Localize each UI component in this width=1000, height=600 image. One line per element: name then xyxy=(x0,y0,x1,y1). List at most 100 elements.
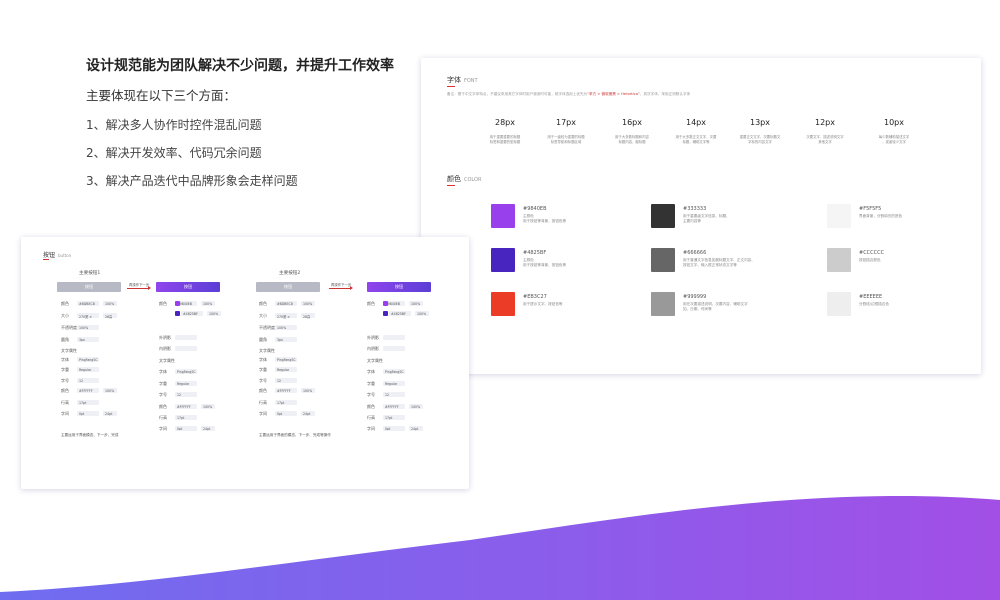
font-size-item: 28px 用于重要重要的标题 标签和重要的型标题 xyxy=(475,118,535,145)
section-underline xyxy=(447,185,455,186)
spec-label: 字体 xyxy=(259,357,267,362)
spec-value: 24pt xyxy=(303,411,311,416)
font-section-title: 字体 FONT xyxy=(447,75,478,85)
spec-value: 0pt xyxy=(79,411,85,416)
color-hex: #EB3C27 xyxy=(523,294,547,300)
color-swatch xyxy=(491,204,515,228)
spec-value: #BDBEC8 xyxy=(79,301,95,306)
button-title-en: button xyxy=(58,253,72,258)
color-swatch xyxy=(827,248,851,272)
spec-value-box xyxy=(383,346,405,351)
intro-point: 3、解决产品迭代中品牌形象会走样问题 xyxy=(86,174,298,188)
font-note-highlight: “苹方 > 微软雅黑 > Helvetica” xyxy=(587,92,640,96)
spec-value: PingFangSC xyxy=(79,357,98,362)
spec-value: 24pt xyxy=(105,411,113,416)
arrow-connector xyxy=(127,286,151,290)
mini-color-swatch xyxy=(175,301,180,306)
spec-label: 行高 xyxy=(259,400,267,405)
intro-heading: 设计规范能为团队解决不少问题，并提升工作效率 xyxy=(86,58,394,74)
primary-button-sample[interactable]: 按钮 xyxy=(156,282,220,292)
section-underline xyxy=(43,259,49,260)
color-swatch xyxy=(827,204,851,228)
section-underline xyxy=(447,86,455,87)
font-size-item: 14px 用于大多数正文文字，次要 标题，辅助文字等 xyxy=(666,118,726,145)
font-size-value: 28px xyxy=(495,118,515,127)
spec-label: 字间 xyxy=(367,426,375,431)
font-size-value: 16px xyxy=(622,118,642,127)
spec-label: 字体 xyxy=(61,357,69,362)
spec-value: 17pt xyxy=(277,400,285,405)
spec-label: 颜色 xyxy=(159,301,167,306)
font-size-item: 17px 用于一级较为重要的标题 标签导航和标题区域 xyxy=(536,118,596,145)
color-desc: 用于按钮等背景、按钮色等 xyxy=(523,263,567,268)
spec-label: 颜色 xyxy=(61,388,69,393)
font-size-desc: 标题，辅助文字等 xyxy=(682,140,710,144)
spec-value: 270宽 × xyxy=(79,314,92,319)
spec-label: 颜色 xyxy=(367,301,375,306)
font-size-desc: 标签和重要的型标题 xyxy=(489,140,521,144)
font-size-value: 13px xyxy=(750,118,770,127)
font-size-desc: 标签导航和标题区域 xyxy=(550,140,582,144)
font-note: 备注：基于中文字体特点，不建议采用其它字体时用户使用时可能，就字体选用上优先为“… xyxy=(447,92,690,97)
primary-button-sample[interactable]: 按钮 xyxy=(367,282,431,292)
spec-label: 大小 xyxy=(259,313,267,318)
color-hex: #EEEEEE xyxy=(859,294,883,300)
font-size-desc: 字标的内容文字 xyxy=(748,140,772,144)
spec-label: 圆角 xyxy=(259,337,267,342)
intro-subheading: 主要体现在以下三个方面： xyxy=(86,88,237,103)
font-size-value: 12px xyxy=(815,118,835,127)
disabled-button-sample[interactable]: 按钮 xyxy=(57,282,121,292)
spec-value: Regular xyxy=(79,367,92,372)
color-hex: #666666 xyxy=(683,250,707,256)
mini-color-swatch xyxy=(383,311,388,316)
font-size-desc: 标题内容，副标题 xyxy=(618,140,646,144)
spec-value: 3px xyxy=(79,337,85,342)
spec-value: 12 xyxy=(277,378,282,383)
button-column-title: 主要按钮2 xyxy=(279,271,301,276)
spec-label: 字重 xyxy=(159,381,167,386)
spec-value: 0pt xyxy=(177,426,183,431)
button-spec-card: 按钮 button 主要按钮1 按钮 再操作下一步 按钮 主要按钮2 按钮 再操作… xyxy=(21,237,469,489)
font-size-desc: ，或者较少文字 xyxy=(882,140,906,144)
font-size-item: 13px 重要正文文字，次要标题文 字标的内容文字 xyxy=(730,118,790,145)
button-title: 按钮 xyxy=(43,252,56,259)
spec-value: #BDBEC8 xyxy=(277,301,293,306)
color-swatch xyxy=(651,292,675,316)
spec-label: 内阴影 xyxy=(159,346,171,351)
color-hex: #4825BF xyxy=(523,250,547,256)
spec-value: PingFangSC xyxy=(385,369,404,374)
spec-label: 字号 xyxy=(367,392,375,397)
spec-value: Regular xyxy=(277,367,290,372)
color-desc: 分割线/边框描边色 xyxy=(859,302,889,306)
spec-label: 外阴影 xyxy=(159,335,171,340)
disabled-button-sample[interactable]: 按钮 xyxy=(256,282,320,292)
spec-value: 3px xyxy=(277,337,283,342)
font-size-desc: 其他文字 xyxy=(818,140,832,144)
spec-value: #FFFFFF xyxy=(177,404,191,409)
spec-value: 100% xyxy=(277,325,287,330)
font-size-value: 10px xyxy=(884,118,904,127)
color-hex: #CCCCCC xyxy=(859,250,885,256)
spec-value: 270宽 × xyxy=(277,314,290,319)
font-size-value: 17px xyxy=(556,118,576,127)
spec-label: 行高 xyxy=(367,415,375,420)
font-size-item: 12px 次要文字，描述说明文字 其他文字 xyxy=(795,118,855,145)
color-title: 颜色 xyxy=(447,175,461,183)
spec-label: 颜色 xyxy=(259,301,267,306)
color-desc: 如、日期、时间等 xyxy=(683,307,712,312)
color-swatch xyxy=(651,204,675,228)
spec-value: 28高 xyxy=(303,314,311,319)
color-swatch xyxy=(491,292,515,316)
spec-value: 24pt xyxy=(203,426,211,431)
spec-value: #4825BF xyxy=(391,311,406,316)
spec-label: 字体 xyxy=(367,369,375,374)
spec-value: 12 xyxy=(177,392,182,397)
font-title: 字体 xyxy=(447,76,461,84)
spec-value: #FFFFFF xyxy=(79,388,93,393)
spec-label: 颜色 xyxy=(61,301,69,306)
spec-label: 字间 xyxy=(159,426,167,431)
spec-value: 100% xyxy=(411,301,421,306)
color-desc: 按钮文字、输入框正常状态文字等 xyxy=(683,263,737,268)
spec-value: PingFangSC xyxy=(277,357,296,362)
color-swatch xyxy=(491,248,515,272)
